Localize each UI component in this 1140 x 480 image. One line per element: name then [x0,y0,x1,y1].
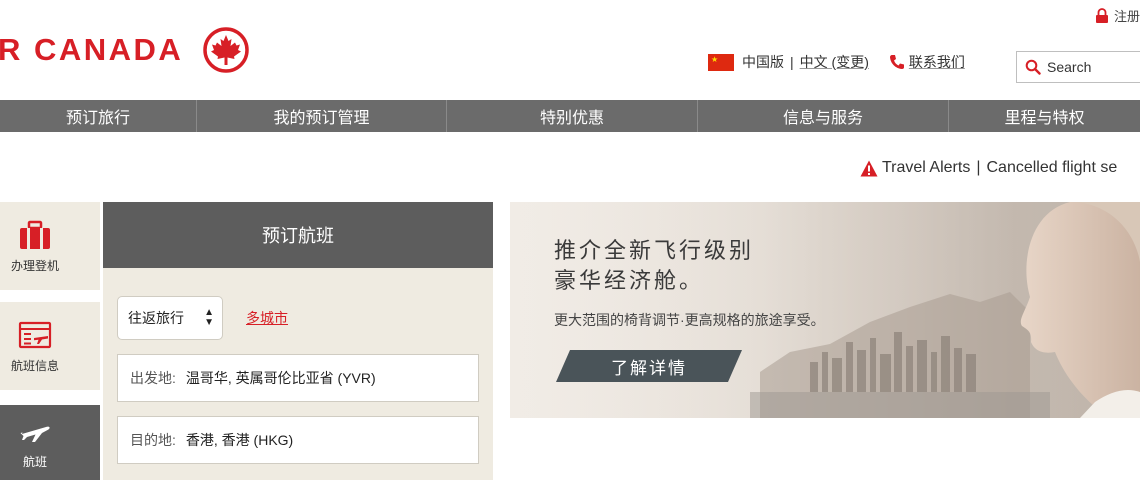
select-arrows-icon: ▲ ▼ [204,307,214,328]
separator: | [790,54,794,70]
destination-value: 香港, 香港 (HKG) [185,432,294,448]
rail-item-check-in[interactable]: 办理登机 [0,202,100,290]
nav-item-manage-booking[interactable]: 我的预订管理 [197,100,447,132]
promo-title-line1: 推介全新飞行级别 [554,238,755,263]
learn-more-button[interactable]: 了解详情 [556,350,742,382]
origin-label: 出发地: [130,370,176,386]
booking-panel: 预订航班 往返旅行 ▲ ▼ 多城市 出发地: 温哥华, 英属哥伦比亚省 (YVR)… [103,202,493,480]
search-icon [1025,59,1041,75]
briefcase-icon [20,220,50,249]
alerts-separator: | [976,159,981,176]
promo-subtitle: 更大范围的椅背调节·更高规格的旅途享受。 [554,312,825,328]
destination-label: 目的地: [130,432,176,448]
plane-icon [20,426,50,442]
utility-bar: 中国版 | 中文 (变更) 联系我们 [708,52,965,72]
nav-item-special-offers[interactable]: 特别优惠 [447,100,698,132]
register-link[interactable]: 注册 [1095,6,1140,25]
rail-item-flights[interactable]: 航班 [0,405,100,480]
contact-link[interactable]: 联系我们 [909,52,965,72]
rail-item-flight-info[interactable]: 航班信息 [0,302,100,390]
promo-title: 推介全新飞行级别 豪华经济舱。 [554,236,754,296]
alerts-bar: Travel Alerts | Cancelled flight se [860,159,1117,177]
register-label: 注册 [1113,9,1140,24]
destination-field[interactable]: 目的地: 香港, 香港 (HKG) [117,416,479,464]
booking-title: 预订航班 [103,202,493,268]
promo-title-line2: 豪华经济舱。 [554,268,705,293]
lock-icon [1095,8,1108,23]
promo-banner[interactable]: 推介全新飞行级别 豪华经济舱。 更大范围的椅背调节·更高规格的旅途享受。 了解详… [510,202,1140,418]
phone-icon [889,55,904,69]
origin-value: 温哥华, 英属哥伦比亚省 (YVR) [185,370,376,386]
flight-board-icon [18,321,52,348]
nav-item-info-services[interactable]: 信息与服务 [698,100,949,132]
air-canada-logo[interactable]: R CANADA [0,26,250,74]
rail-label: 办理登机 [10,258,59,273]
nav-item-book-travel[interactable]: 预订旅行 [0,100,197,132]
travel-alerts-link[interactable]: Travel Alerts [882,159,970,177]
multicity-link[interactable]: 多城市 [246,308,288,328]
cancelled-flights-link[interactable]: Cancelled flight se [986,159,1117,177]
main-nav: 预订旅行 我的预订管理 特别优惠 信息与服务 里程与特权 [0,100,1140,132]
trip-type-select[interactable]: 往返旅行 ▲ ▼ [117,296,223,340]
search-input[interactable] [1047,59,1140,75]
language-link[interactable]: 中文 (变更) [800,52,869,72]
nav-item-miles-privileges[interactable]: 里程与特权 [949,100,1140,132]
rail-label: 航班信息 [10,358,59,373]
china-flag-icon [708,53,734,71]
maple-leaf-roundel-icon [203,27,250,73]
warning-icon [860,160,878,176]
rail-label: 航班 [22,455,47,469]
left-rail: 办理登机 航班信息 航班 [0,202,100,480]
trip-type-value: 往返旅行 [128,310,184,326]
origin-field[interactable]: 出发地: 温哥华, 英属哥伦比亚省 (YVR) [117,354,479,402]
logo-text: R CANADA [0,32,184,67]
search-box[interactable] [1016,51,1140,83]
region-label: 中国版 [742,54,784,70]
